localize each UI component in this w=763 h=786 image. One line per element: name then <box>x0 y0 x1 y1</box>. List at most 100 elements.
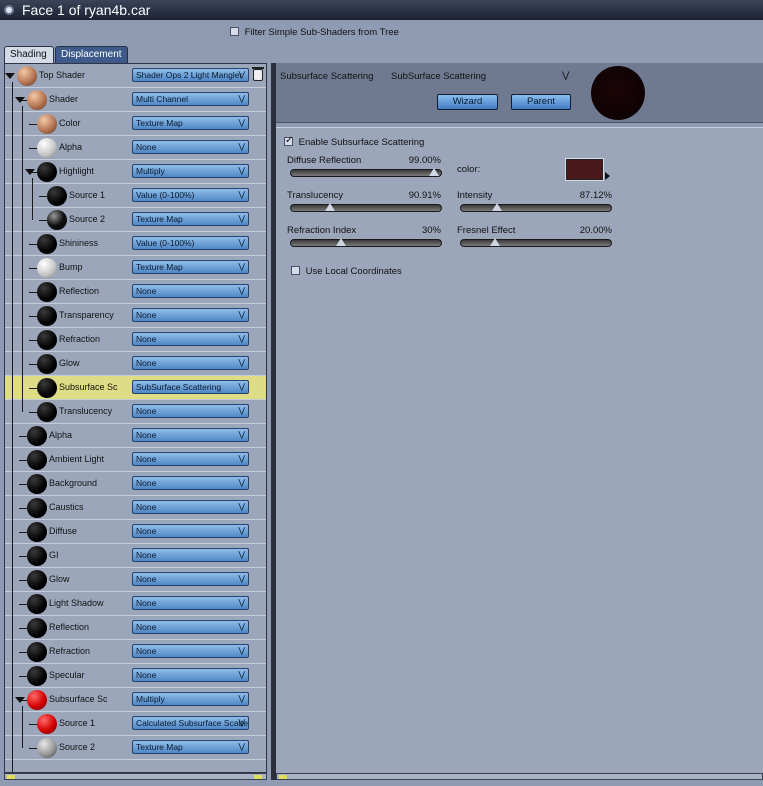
shader-type-dropdown[interactable]: SubSurface Scattering ⋁ <box>132 380 249 394</box>
use-local-coordinates-checkbox[interactable] <box>291 266 300 275</box>
shader-type-dropdown[interactable]: None ⋁ <box>132 356 249 370</box>
node-menu-chevron-icon[interactable]: ⋁ <box>562 70 569 81</box>
translucency-slider-thumb[interactable] <box>325 203 335 211</box>
shader-type-dropdown[interactable]: None ⋁ <box>132 428 249 442</box>
tree-node-row[interactable]: Alpha None ⋁ <box>5 136 266 160</box>
parent-button[interactable]: Parent <box>511 94 571 110</box>
shader-type-dropdown[interactable]: None ⋁ <box>132 644 249 658</box>
tab-shading[interactable]: Shading <box>4 46 54 63</box>
diffuse-reflection-slider[interactable] <box>290 168 442 177</box>
filter-sub-shaders-row[interactable]: Filter Simple Sub-Shaders from Tree <box>230 27 399 38</box>
expand-toggle-icon[interactable] <box>25 169 35 175</box>
shader-type-dropdown[interactable]: None ⋁ <box>132 476 249 490</box>
shader-type-dropdown[interactable]: Texture Map ⋁ <box>132 212 249 226</box>
tree-node-row[interactable]: Color Texture Map ⋁ <box>5 112 266 136</box>
tree-node-row[interactable]: Specular None ⋁ <box>5 664 266 688</box>
color-swatch-arrow-icon[interactable] <box>605 172 610 180</box>
tree-connector <box>19 604 27 605</box>
shader-type-dropdown[interactable]: None ⋁ <box>132 452 249 466</box>
shader-type-dropdown[interactable]: None ⋁ <box>132 140 249 154</box>
tree-node-row[interactable]: Shininess Value (0-100%) ⋁ <box>5 232 266 256</box>
shader-type-dropdown[interactable]: None ⋁ <box>132 596 249 610</box>
expand-toggle-icon[interactable] <box>15 97 25 103</box>
chevron-down-icon: ⋁ <box>238 574 245 583</box>
tree-node-row[interactable]: Background None ⋁ <box>5 472 266 496</box>
tree-node-row[interactable]: Ambient Light None ⋁ <box>5 448 266 472</box>
shader-type-dropdown[interactable]: None ⋁ <box>132 548 249 562</box>
tree-node-row[interactable]: Alpha None ⋁ <box>5 424 266 448</box>
translucency-slider[interactable] <box>290 203 442 212</box>
trash-icon[interactable] <box>252 67 264 81</box>
tree-node-row[interactable]: Source 2 Texture Map ⋁ <box>5 736 266 760</box>
shader-type-dropdown[interactable]: None ⋁ <box>132 500 249 514</box>
fresnel-effect-slider[interactable] <box>460 238 612 247</box>
shader-type-dropdown[interactable]: Texture Map ⋁ <box>132 260 249 274</box>
tree-horizontal-scroll-right-thumb[interactable] <box>254 775 262 779</box>
tree-node-row[interactable]: GI None ⋁ <box>5 544 266 568</box>
tree-horizontal-scroll-left-thumb[interactable] <box>7 775 15 779</box>
shader-type-dropdown[interactable]: Multiply ⋁ <box>132 164 249 178</box>
shader-preview-ball-icon <box>37 354 57 374</box>
shader-type-dropdown[interactable]: None ⋁ <box>132 668 249 682</box>
tree-node-row[interactable]: Shader Multi Channel ⋁ <box>5 88 266 112</box>
enable-sss-checkbox[interactable] <box>284 135 293 146</box>
tab-displacement[interactable]: Displacement <box>55 46 128 63</box>
tree-node-row[interactable]: Source 1 Calculated Subsurface Scattering… <box>5 712 266 736</box>
shader-type-dropdown[interactable]: Value (0-100%) ⋁ <box>132 188 249 202</box>
shader-type-dropdown[interactable]: None ⋁ <box>132 620 249 634</box>
parameter-horizontal-scroll-thumb[interactable] <box>279 775 287 779</box>
expand-toggle-icon[interactable] <box>5 73 15 79</box>
shader-type-dropdown[interactable]: Shader Ops 2 Light Mangler ⋁ <box>132 68 249 82</box>
wizard-button[interactable]: Wizard <box>437 94 498 110</box>
tree-node-row[interactable]: Refraction None ⋁ <box>5 640 266 664</box>
tree-horizontal-scrollbar[interactable] <box>4 773 267 780</box>
shader-type-dropdown[interactable]: Multi Channel ⋁ <box>132 92 249 106</box>
diffuse-reflection-slider-thumb[interactable] <box>429 168 439 176</box>
refraction-index-slider-thumb[interactable] <box>336 238 346 246</box>
tree-node-row[interactable]: Glow None ⋁ <box>5 568 266 592</box>
tree-node-row[interactable]: Top Shader Shader Ops 2 Light Mangler ⋁ <box>5 64 266 88</box>
shader-type-dropdown[interactable]: None ⋁ <box>132 572 249 586</box>
tree-node-row[interactable]: Bump Texture Map ⋁ <box>5 256 266 280</box>
tree-node-row[interactable]: Reflection None ⋁ <box>5 280 266 304</box>
refraction-index-slider[interactable] <box>290 238 442 247</box>
tree-node-row[interactable]: Caustics None ⋁ <box>5 496 266 520</box>
tree-connector <box>29 748 37 749</box>
intensity-slider-thumb[interactable] <box>492 203 502 211</box>
tree-node-row[interactable]: Source 1 Value (0-100%) ⋁ <box>5 184 266 208</box>
shader-type-dropdown[interactable]: Texture Map ⋁ <box>132 740 249 754</box>
tree-node-row[interactable]: Reflection None ⋁ <box>5 616 266 640</box>
window-menu-icon[interactable] <box>4 5 14 15</box>
intensity-slider[interactable] <box>460 203 612 212</box>
shader-type-dropdown[interactable]: None ⋁ <box>132 404 249 418</box>
shader-type-dropdown[interactable]: None ⋁ <box>132 308 249 322</box>
tree-node-row[interactable]: Translucency None ⋁ <box>5 400 266 424</box>
color-swatch[interactable] <box>565 158 604 181</box>
tree-node-row[interactable]: Subsurface Sc SubSurface Scattering ⋁ <box>5 376 266 400</box>
shader-type-dropdown[interactable]: None ⋁ <box>132 284 249 298</box>
tree-node-row[interactable]: Source 2 Texture Map ⋁ <box>5 208 266 232</box>
shader-type-dropdown[interactable]: Calculated Subsurface Scattering⋁ <box>132 716 249 730</box>
shader-type-dropdown[interactable]: None ⋁ <box>132 332 249 346</box>
shader-preview-ball-icon <box>17 66 37 86</box>
tree-node-row[interactable]: Highlight Multiply ⋁ <box>5 160 266 184</box>
shader-type-dropdown[interactable]: Value (0-100%) ⋁ <box>132 236 249 250</box>
filter-sub-shaders-checkbox[interactable] <box>230 27 239 36</box>
parameter-horizontal-scrollbar[interactable] <box>276 773 763 780</box>
tree-node-row[interactable]: Diffuse None ⋁ <box>5 520 266 544</box>
tree-node-row[interactable]: Transparency None ⋁ <box>5 304 266 328</box>
enable-sss-row[interactable]: Enable Subsurface Scattering <box>284 135 424 148</box>
fresnel-effect-slider-thumb[interactable] <box>490 238 500 246</box>
tree-node-row[interactable]: Glow None ⋁ <box>5 352 266 376</box>
tree-node-row[interactable]: Subsurface Sc Multiply ⋁ <box>5 688 266 712</box>
tree-node-row[interactable]: Refraction None ⋁ <box>5 328 266 352</box>
shader-type-dropdown[interactable]: Texture Map ⋁ <box>132 116 249 130</box>
use-local-coordinates-row[interactable]: Use Local Coordinates <box>291 266 402 277</box>
chevron-down-icon: ⋁ <box>238 142 245 151</box>
tree-node-row[interactable]: Light Shadow None ⋁ <box>5 592 266 616</box>
expand-toggle-icon[interactable] <box>15 697 25 703</box>
shader-type-dropdown[interactable]: Multiply ⋁ <box>132 692 249 706</box>
shader-type-dropdown[interactable]: None ⋁ <box>132 524 249 538</box>
tree-connector <box>39 220 47 221</box>
shader-preview-ball-icon <box>37 114 57 134</box>
